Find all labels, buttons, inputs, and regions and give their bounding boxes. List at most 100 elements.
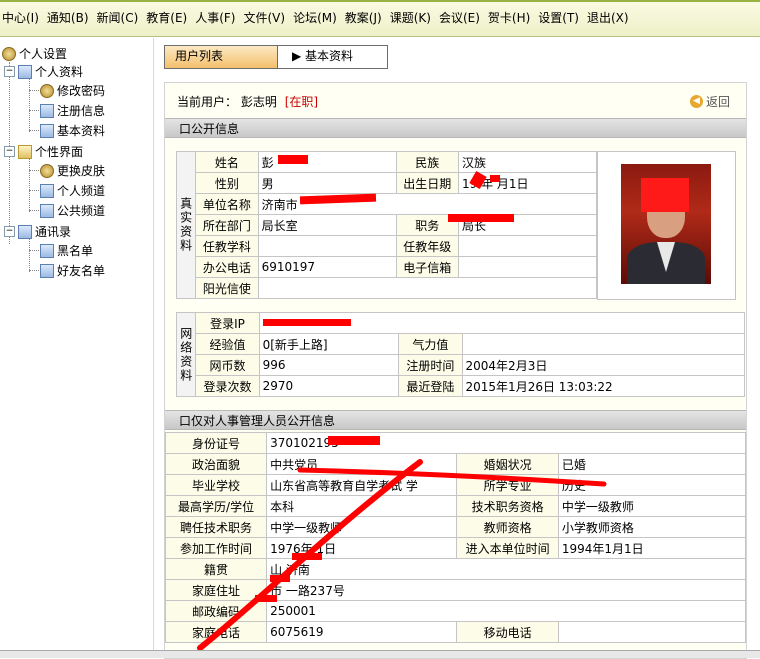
table-row: 毕业学校 山东省高等教育自学考试 学所学专业 历史: [164, 474, 747, 496]
tree-root[interactable]: 个人设置: [2, 45, 67, 62]
table-row: 任教学科 任教年级: [177, 235, 598, 257]
tree-item-label: 更换皮肤: [57, 164, 106, 178]
field-label: 电子信箱: [395, 256, 459, 278]
tree-group-label: 通讯录: [35, 225, 72, 239]
field-value: 中共党员: [266, 453, 458, 475]
table-row: 家庭住址市 一路237号: [164, 579, 746, 601]
tree-group-contacts[interactable]: − 通讯录: [4, 223, 71, 240]
tree-line: [29, 250, 39, 251]
tree-item-label: 注册信息: [57, 104, 106, 118]
field-label: 所在部门: [195, 214, 259, 236]
collapse-icon[interactable]: −: [4, 226, 15, 237]
tree-item-label: 修改密码: [57, 84, 106, 98]
field-value: [457, 256, 598, 278]
back-arrow-icon: ◀: [689, 95, 703, 108]
main-menu: 中心(I) 通知(B) 新闻(C) 教育(E) 人事(F) 文件(V) 论坛(M) 教案(J)…: [2, 9, 637, 26]
field-label: 经验值: [195, 333, 260, 355]
tree-line: [29, 170, 39, 171]
redaction-mark: [292, 553, 322, 560]
menu-item[interactable]: 会议(E): [439, 9, 480, 26]
field-label: 网币数: [195, 354, 260, 376]
redaction-mark: [263, 319, 351, 326]
key-settings-icon: [40, 83, 54, 98]
field-value: 0[新手上路]: [258, 333, 400, 355]
table-row: 邮政编码 250001: [164, 600, 746, 622]
field-value: [461, 333, 746, 355]
menu-item[interactable]: 教案(J): [345, 9, 382, 26]
field-label: 毕业学校: [164, 474, 268, 496]
menu-item[interactable]: 教育(E): [146, 9, 187, 26]
menu-item[interactable]: 通知(B): [47, 9, 89, 26]
field-label: 身份证号: [164, 432, 268, 454]
user-card-icon: [18, 64, 32, 79]
table-row: 真实资料 姓名彭民族 汉族: [175, 151, 598, 299]
field-value: 2970: [258, 375, 400, 397]
back-button[interactable]: ◀ 返回: [689, 93, 730, 110]
field-label: 家庭住址: [164, 579, 268, 601]
field-value: 996: [258, 354, 400, 376]
menu-item[interactable]: 退出(X): [587, 9, 629, 26]
field-label: 最高学历/学位: [164, 495, 268, 517]
tree-line: [29, 110, 39, 111]
tree-item-public-channel[interactable]: 公共频道: [40, 202, 105, 219]
tree-item-change-password[interactable]: 修改密码: [40, 82, 105, 99]
field-value: 局长室: [257, 214, 397, 236]
tree-item-blacklist[interactable]: 黑名单: [40, 242, 93, 259]
table-row: 网币数 996 注册时间 2004年2月3日: [177, 354, 746, 376]
menu-item[interactable]: 新闻(C): [97, 9, 139, 26]
field-label: 籍贯: [164, 558, 268, 580]
field-value: [257, 277, 598, 299]
tree-line: [29, 130, 39, 131]
field-label: 任教年级: [395, 235, 459, 257]
tree-item-basic-info[interactable]: 基本资料: [40, 122, 105, 139]
table-row: 聘任技术职务 中学一级教师 教师资格 小学教师资格: [164, 516, 747, 538]
menu-item[interactable]: 课题(K): [390, 9, 431, 26]
table-row: 参加工作时间 1976年 1日 进入本单位时间 1994年1月1日: [164, 537, 747, 559]
table-row: 政治面貌 中共党员 婚姻状况 已婚: [164, 453, 747, 475]
tree-group-ui[interactable]: − 个性界面: [4, 143, 83, 160]
collapse-icon[interactable]: −: [4, 66, 15, 77]
tree-item-friends[interactable]: 好友名单: [40, 262, 105, 279]
field-label: 单位名称: [195, 193, 259, 215]
tree-item-change-skin[interactable]: 更换皮肤: [40, 162, 105, 179]
field-label: 阳光信使: [195, 277, 259, 299]
section-hr-info: 口仅对人事管理人员公开信息: [165, 410, 746, 430]
id-card-icon: [40, 123, 54, 138]
tab-user-list[interactable]: 用户列表: [165, 46, 278, 68]
field-label: 任教学科: [195, 235, 259, 257]
field-value: [257, 235, 397, 257]
field-label: 移动电话: [456, 621, 559, 643]
field-value: 250001: [266, 600, 746, 622]
person-icon: [40, 183, 54, 198]
field-value: 中学一级教师: [557, 495, 747, 517]
tree-item-label: 公共频道: [57, 204, 106, 218]
tree-item-personal-channel[interactable]: 个人频道: [40, 182, 105, 199]
blacklist-icon: [40, 243, 54, 258]
friend-icon: [40, 263, 54, 278]
tree-group-profile[interactable]: − 个人资料: [4, 63, 83, 80]
menu-item[interactable]: 论坛(M): [293, 9, 337, 26]
field-value: 市 一路237号: [266, 579, 746, 601]
profile-photo: [621, 164, 711, 284]
tree-root-label: 个人设置: [19, 47, 68, 61]
field-value: 男: [257, 172, 397, 194]
menu-item[interactable]: 文件(V): [244, 9, 286, 26]
collapse-icon[interactable]: −: [4, 146, 15, 157]
field-value: 中学一级教师: [266, 516, 458, 538]
field-label: 气力值: [398, 333, 463, 355]
tree-line: [29, 238, 30, 272]
tab-basic-info[interactable]: ▶ 基本资料: [278, 46, 387, 68]
menu-item[interactable]: 人事(F): [195, 9, 235, 26]
address-book-icon: [18, 224, 32, 239]
current-user-label: 当前用户：: [177, 95, 238, 109]
tree-line: [29, 90, 39, 91]
menu-item[interactable]: 设置(T): [538, 9, 579, 26]
table-row: 办公电话 6910197 电子信箱: [177, 256, 598, 278]
tree-item-registration[interactable]: 注册信息: [40, 102, 105, 119]
field-label: 登录IP: [195, 312, 260, 334]
redaction-mark: [278, 155, 308, 164]
menu-item[interactable]: 中心(I): [2, 9, 39, 26]
section-public-info: 口公开信息: [165, 118, 746, 138]
menu-item[interactable]: 贺卡(H): [488, 9, 530, 26]
field-value: 汉族: [457, 151, 598, 173]
